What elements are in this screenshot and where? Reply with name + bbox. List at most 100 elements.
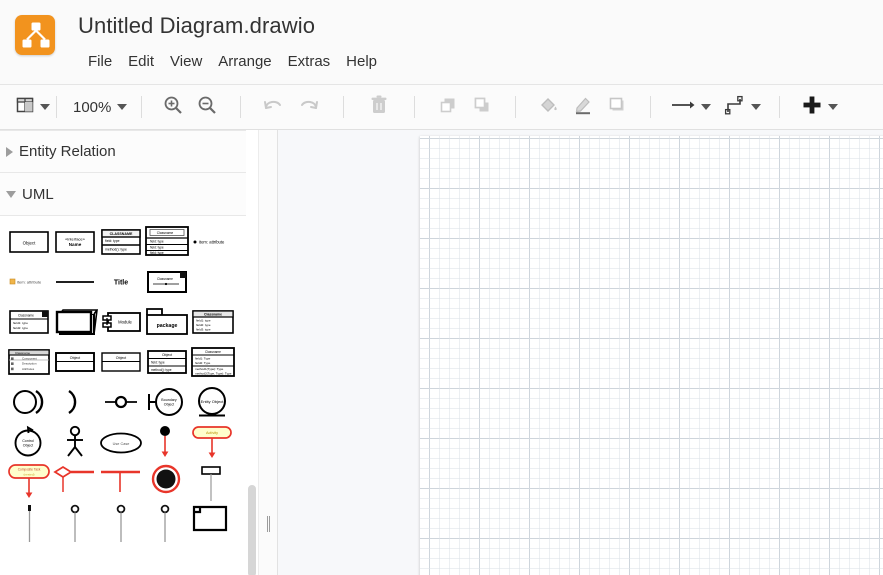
shape-class-3-compartment[interactable]: CLASSNAME field: type method(): type	[98, 222, 144, 262]
waypoints-button[interactable]	[723, 92, 762, 122]
shape-use-case[interactable]: Use Case	[98, 422, 144, 462]
shape-lollipop-interface[interactable]	[98, 382, 144, 422]
shape-note[interactable]	[190, 502, 236, 542]
drag-handle-icon[interactable]	[267, 516, 271, 532]
panel-splitter[interactable]	[258, 130, 278, 575]
chevron-down-icon	[6, 190, 16, 198]
shape-object[interactable]: Object	[6, 222, 52, 262]
menu-bar: File Edit View Arrange Extras Help	[80, 51, 385, 72]
shape-final-node[interactable]	[144, 462, 190, 502]
shape-3d-box[interactable]	[52, 302, 98, 342]
insert-caret-icon[interactable]	[828, 104, 839, 110]
shape-class-simple[interactable]: Classname	[144, 262, 190, 302]
menu-edit[interactable]: Edit	[120, 51, 162, 72]
svg-text:field: type: field: type	[150, 251, 164, 255]
shape-decision-merge[interactable]	[52, 462, 98, 502]
shape-lifeline-circle-3[interactable]	[144, 502, 190, 542]
shape-control-object[interactable]: Control Object	[6, 422, 52, 462]
svg-text:Title: Title	[114, 280, 128, 287]
fill-color-button[interactable]	[532, 92, 566, 122]
shape-title-text[interactable]: Title	[98, 262, 144, 302]
connection-button[interactable]	[669, 92, 712, 122]
undo-button[interactable]	[257, 92, 291, 122]
svg-text:field1: Type: field1: Type	[195, 357, 211, 361]
shape-class-2-rows[interactable]: Object field: type method(): type	[144, 342, 190, 382]
menu-arrange[interactable]: Arrange	[210, 51, 279, 72]
waypoints-caret-icon[interactable]	[751, 104, 762, 110]
zoom-in-button[interactable]	[156, 92, 190, 122]
toolbar-separator	[515, 96, 517, 118]
shape-item-attribute-yellow[interactable]: item: attribute	[6, 262, 52, 302]
svg-text:Activity: Activity	[206, 431, 218, 435]
bring-to-front-button[interactable]	[431, 92, 465, 122]
shape-lifeline-circle-1[interactable]	[52, 502, 98, 542]
zoom-out-button[interactable]	[190, 92, 224, 122]
zoom-level-button[interactable]: 100%	[71, 92, 128, 122]
svg-text:Object: Object	[164, 403, 174, 407]
svg-text:field: type: field: type	[151, 361, 165, 365]
svg-text:Object: Object	[70, 356, 80, 360]
shadow-button[interactable]	[600, 92, 634, 122]
shape-actor[interactable]	[52, 422, 98, 462]
insert-button[interactable]	[800, 92, 839, 122]
shape-class-typed-rows[interactable]: Classname field1: Type field2: Type method1…	[190, 342, 236, 382]
menu-help[interactable]: Help	[338, 51, 385, 72]
shape-object-simple[interactable]: Object	[52, 342, 98, 382]
waypoints-icon	[723, 94, 747, 121]
shape-section-uml[interactable]: UML	[0, 173, 248, 216]
shape-divider-line[interactable]	[52, 262, 98, 302]
toolbar-separator	[343, 96, 345, 118]
shape-composite-activity[interactable]: Composite Task (nested)	[6, 462, 52, 502]
shape-boundary-object[interactable]: Boundary Object	[144, 382, 190, 422]
shape-object-lifeline[interactable]	[190, 462, 236, 502]
redo-button[interactable]	[291, 92, 325, 122]
uml-palette-row-1: Object «interface» Name CLASSNAME field: t…	[0, 222, 248, 262]
zoom-caret-icon[interactable]	[117, 104, 128, 110]
shape-provided-interface[interactable]	[6, 382, 52, 422]
delete-button[interactable]	[362, 92, 396, 122]
uml-shape-palette: Object «interface» Name CLASSNAME field: t…	[0, 216, 248, 542]
shape-initial-node[interactable]	[144, 422, 190, 462]
shape-required-interface[interactable]	[52, 382, 98, 422]
shape-activity[interactable]: Activity	[190, 422, 236, 462]
shape-lifeline-filled[interactable]	[6, 502, 52, 542]
svg-text:Attributes: Attributes	[22, 367, 35, 371]
toolbar-separator	[240, 96, 242, 118]
shape-module[interactable]: Module	[98, 302, 144, 342]
shape-item-attribute[interactable]: item: attribute	[190, 222, 236, 262]
diagram-page-grid[interactable]	[420, 136, 883, 575]
drawio-app-window: Untitled Diagram.drawio File Edit View A…	[0, 0, 883, 575]
connection-caret-icon[interactable]	[701, 104, 712, 110]
svg-text:«interface»: «interface»	[65, 237, 86, 242]
shape-object-plain[interactable]: Object	[98, 342, 144, 382]
shape-frame[interactable]: Classname Component Description Attributes	[6, 342, 52, 382]
svg-text:Classname: Classname	[18, 314, 34, 318]
svg-text:Classname: Classname	[157, 231, 174, 235]
svg-text:(nested): (nested)	[23, 472, 34, 476]
drawio-logo-icon[interactable]	[15, 15, 55, 55]
shape-class-fields[interactable]: Classname field: type field: type field: ty…	[144, 222, 190, 262]
shape-section-entity-relation[interactable]: Entity Relation	[0, 130, 248, 173]
send-to-back-button[interactable]	[465, 92, 499, 122]
menu-view[interactable]: View	[162, 51, 210, 72]
shape-active-object[interactable]: Classname field1: type field2: type	[6, 302, 52, 342]
view-layout-caret-icon[interactable]	[40, 104, 50, 110]
shape-entity-object[interactable]: Entity Object	[190, 382, 236, 422]
shape-fork-join[interactable]	[98, 462, 144, 502]
sidebar-scrollbar-thumb[interactable]	[248, 485, 256, 575]
uml-palette-row-5: Boundary Object Entity Object	[0, 382, 248, 422]
shape-class-attributes[interactable]: Classname field1: type field2: type field3:…	[190, 302, 236, 342]
bring-to-front-icon	[437, 94, 459, 121]
menu-file[interactable]: File	[80, 51, 120, 72]
diagram-canvas[interactable]	[278, 130, 883, 575]
sidebar-scrollbar[interactable]	[246, 130, 258, 575]
svg-text:Object: Object	[23, 444, 33, 448]
view-layout-button[interactable]	[14, 92, 50, 122]
shape-section-label: UML	[22, 185, 54, 203]
menu-extras[interactable]: Extras	[280, 51, 339, 72]
svg-text:field3: type: field3: type	[196, 328, 211, 332]
line-color-button[interactable]	[566, 92, 600, 122]
shape-package[interactable]: package	[144, 302, 190, 342]
shape-interface[interactable]: «interface» Name	[52, 222, 98, 262]
shape-lifeline-circle-2[interactable]	[98, 502, 144, 542]
